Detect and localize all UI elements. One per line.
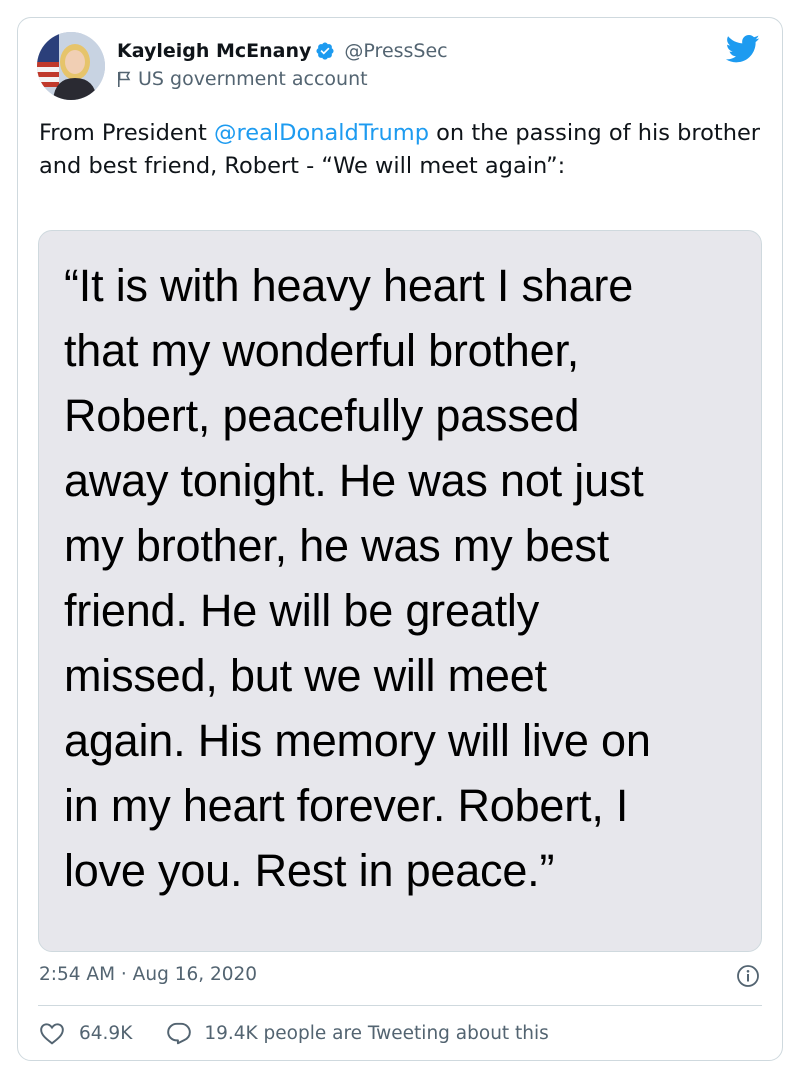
media-line: away tonight. He was not just: [64, 455, 644, 506]
media-line: missed, but we will meet: [64, 650, 547, 701]
tweet-timestamp[interactable]: 2:54 AM · Aug 16, 2020: [39, 964, 257, 985]
twitter-bird-icon[interactable]: [726, 34, 760, 64]
government-account-label[interactable]: US government account: [138, 68, 368, 90]
media-line: love you. Rest in peace.”: [64, 845, 555, 896]
flag-icon: [117, 70, 131, 88]
heart-icon[interactable]: [39, 1021, 65, 1045]
reply-icon[interactable]: [166, 1021, 192, 1045]
like-count[interactable]: 64.9K: [79, 1023, 132, 1044]
tweet-text-before: From President: [39, 120, 215, 146]
divider: [38, 1005, 762, 1006]
tweet-actions: 64.9K 19.4K people are Tweeting about th…: [39, 1021, 549, 1045]
media-line: “It is with heavy heart I share: [64, 260, 634, 311]
avatar[interactable]: [37, 32, 105, 100]
mention-link[interactable]: @realDonaldTrump: [214, 120, 429, 146]
info-icon[interactable]: [736, 964, 760, 988]
verified-badge-icon: [315, 41, 335, 61]
tweeting-about-link[interactable]: 19.4K people are Tweeting about this: [204, 1023, 548, 1044]
tweet-text: From President @realDonaldTrump on the p…: [39, 117, 764, 183]
tweet-media-image[interactable]: “It is with heavy heart I share that my …: [38, 230, 762, 952]
media-line: my brother, he was my best: [64, 520, 610, 571]
author-handle[interactable]: @PressSec: [344, 40, 447, 62]
media-line: that my wonderful brother,: [64, 325, 580, 376]
media-line: again. His memory will live on: [64, 715, 651, 766]
media-line: Robert, peacefully passed: [64, 390, 580, 441]
author-display-name[interactable]: Kayleigh McEnany: [117, 40, 311, 62]
media-line: friend. He will be greatly: [64, 585, 540, 636]
media-statement-text: “It is with heavy heart I share that my …: [64, 253, 761, 903]
tweet-card[interactable]: Kayleigh McEnany @PressSec US government…: [17, 17, 783, 1061]
avatar-image: [37, 32, 105, 100]
media-line: in my heart forever. Robert, I: [64, 780, 629, 831]
